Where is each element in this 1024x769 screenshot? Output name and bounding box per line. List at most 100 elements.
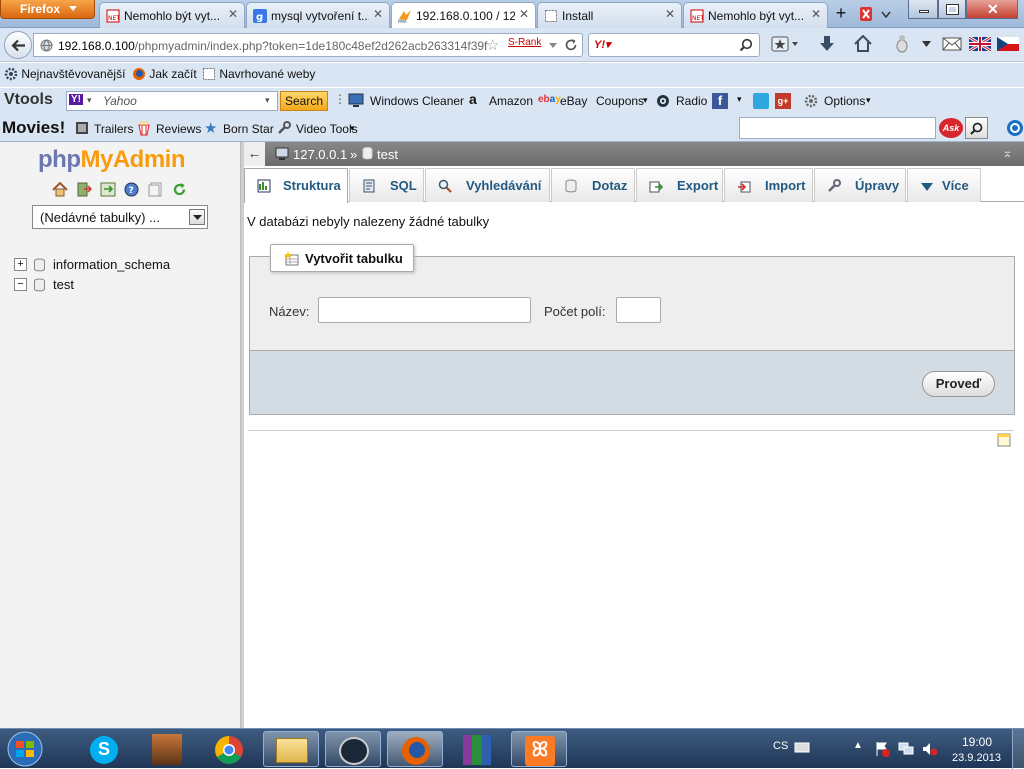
recent-tables-select[interactable]: (Nedávné tabulky) ... — [32, 205, 208, 229]
vtools-item-radio[interactable]: Radio — [676, 94, 707, 108]
taskbar-xampp[interactable]: ꕤ — [511, 731, 567, 767]
tab-import[interactable]: Import — [724, 168, 813, 202]
console-icon[interactable] — [997, 433, 1011, 447]
close-icon[interactable]: ✕ — [811, 7, 821, 21]
browser-tab-active[interactable]: PMA 192.168.0.100 / 12... ✕ — [391, 2, 536, 29]
vtools-logo[interactable]: Vtools — [4, 91, 53, 109]
srank-badge[interactable]: S-Rank — [508, 37, 544, 48]
query-window-icon[interactable] — [100, 182, 116, 197]
collapse-up-icon[interactable]: ⌅ — [1002, 145, 1013, 161]
phpmyadmin-logo[interactable]: phpMyAdmin — [38, 146, 185, 174]
windows-start-button[interactable] — [3, 729, 47, 769]
vtools-search-button[interactable]: Search — [280, 91, 328, 111]
tab-export[interactable]: Export — [636, 168, 723, 202]
search-icon[interactable] — [739, 38, 753, 52]
browser-tab[interactable]: Install ✕ — [537, 2, 682, 28]
language-indicator[interactable]: CS — [773, 740, 788, 752]
taskbar-explorer[interactable] — [263, 731, 319, 767]
download-icon[interactable] — [819, 35, 835, 53]
vtools-item-ebay[interactable]: eBay — [560, 94, 587, 108]
movies-item-video-tools[interactable]: Video Tools — [296, 122, 358, 136]
close-icon[interactable]: ✕ — [373, 7, 383, 21]
bookmark-star-icon[interactable]: ☆ — [486, 36, 499, 54]
twitter-icon[interactable] — [753, 93, 769, 109]
browser-tab[interactable]: NET Nemohlo být vyt... ✕ — [683, 2, 828, 28]
czech-flag-icon[interactable] — [997, 37, 1019, 51]
breadcrumb-database[interactable]: test — [377, 147, 398, 162]
logout-icon[interactable] — [76, 182, 92, 197]
show-hidden-icons-icon[interactable]: ▲ — [853, 740, 863, 751]
url-bar[interactable]: 192.168.0.100/phpmyadmin/index.php?token… — [33, 33, 583, 57]
movies-search-button[interactable] — [965, 117, 988, 139]
uk-flag-icon[interactable] — [969, 37, 991, 51]
taskbar-steam[interactable] — [325, 731, 381, 767]
minimize-button[interactable] — [908, 0, 938, 19]
network-icon[interactable] — [898, 742, 914, 756]
tab-query[interactable]: Dotaz — [551, 168, 635, 202]
help-icon[interactable]: ? — [124, 182, 139, 197]
database-name[interactable]: information_schema — [53, 257, 170, 272]
close-icon[interactable]: ✕ — [665, 7, 675, 21]
back-button[interactable] — [4, 31, 32, 59]
bug-addon-icon[interactable] — [894, 34, 910, 54]
facebook-icon[interactable]: f — [712, 93, 728, 109]
tab-more[interactable]: Více — [907, 168, 981, 202]
home-icon[interactable] — [52, 182, 68, 197]
num-fields-input[interactable] — [616, 297, 661, 323]
movies-search-input[interactable] — [739, 117, 936, 139]
keyboard-icon[interactable] — [794, 741, 810, 753]
mail-icon[interactable] — [942, 37, 962, 51]
restore-button[interactable] — [938, 0, 966, 19]
home-icon[interactable] — [854, 35, 872, 52]
submit-button[interactable]: Proveď — [922, 371, 995, 397]
movies-item-trailers[interactable]: Trailers — [94, 122, 134, 136]
reload-icon[interactable] — [172, 182, 187, 197]
chevron-down-icon[interactable] — [548, 42, 558, 49]
chevron-down-icon[interactable]: ▾ — [737, 94, 742, 105]
taskbar-chrome[interactable] — [201, 731, 257, 767]
vtools-item-coupons[interactable]: Coupons — [596, 94, 644, 108]
clock-time[interactable]: 19:00 — [962, 735, 992, 749]
documentation-icon[interactable] — [148, 182, 163, 197]
browser-tab[interactable]: NET Nemohlo být vyt... ✕ — [99, 2, 245, 28]
taskbar-firefox[interactable] — [387, 731, 443, 767]
tree-item-test[interactable]: − test — [14, 276, 214, 294]
vtools-item-options[interactable]: Options — [824, 94, 865, 108]
tab-operations[interactable]: Úpravy — [814, 168, 906, 202]
collapse-icon[interactable]: − — [14, 278, 27, 291]
web-search-box[interactable]: Y!▾ — [588, 33, 760, 57]
ask-icon[interactable]: Ask — [939, 118, 963, 138]
info-globe-icon[interactable] — [1006, 119, 1024, 137]
tab-sql[interactable]: SQL — [349, 168, 424, 202]
reload-icon[interactable] — [564, 38, 578, 52]
chevron-down-icon[interactable] — [922, 41, 931, 47]
firefox-menu-button[interactable]: Firefox — [0, 0, 95, 19]
tab-structure[interactable]: Struktura — [244, 168, 348, 203]
tab-list-button[interactable] — [855, 3, 899, 25]
yahoo-engine-icon[interactable]: Y!▾ — [594, 38, 611, 51]
show-desktop-button[interactable] — [1012, 729, 1024, 769]
close-window-button[interactable]: ✕ — [966, 0, 1018, 19]
close-icon[interactable]: ✕ — [519, 7, 529, 21]
action-center-flag-icon[interactable] — [874, 741, 890, 757]
vtools-item-windows-cleaner[interactable]: Windows Cleaner — [370, 94, 464, 108]
movies-logo[interactable]: Movies! — [2, 118, 65, 138]
expand-icon[interactable]: + — [14, 258, 27, 271]
database-name[interactable]: test — [53, 277, 74, 292]
breadcrumb-server[interactable]: 127.0.0.1 — [293, 147, 347, 162]
taskbar-game[interactable] — [139, 731, 195, 767]
google-plus-icon[interactable]: g+ — [775, 93, 791, 109]
bookmark-suggested-sites[interactable]: Navrhované weby — [202, 67, 315, 83]
bookmark-getting-started[interactable]: Jak začít — [132, 67, 197, 83]
taskbar-winrar[interactable] — [449, 731, 505, 767]
movies-item-reviews[interactable]: Reviews — [156, 122, 201, 136]
tree-item-information-schema[interactable]: + information_schema — [14, 256, 214, 274]
new-tab-button[interactable]: + — [829, 3, 853, 25]
close-icon[interactable]: ✕ — [228, 7, 238, 21]
bookmarks-menu-icon[interactable] — [771, 36, 801, 52]
taskbar-skype[interactable]: S — [77, 731, 133, 767]
clock-date[interactable]: 23.9.2013 — [952, 752, 1001, 764]
tab-search[interactable]: Vyhledávání — [425, 168, 550, 202]
bookmark-most-visited[interactable]: Nejnavštěvovanější — [4, 67, 125, 83]
browser-tab[interactable]: g mysql vytvoření t... ✕ — [246, 2, 390, 28]
